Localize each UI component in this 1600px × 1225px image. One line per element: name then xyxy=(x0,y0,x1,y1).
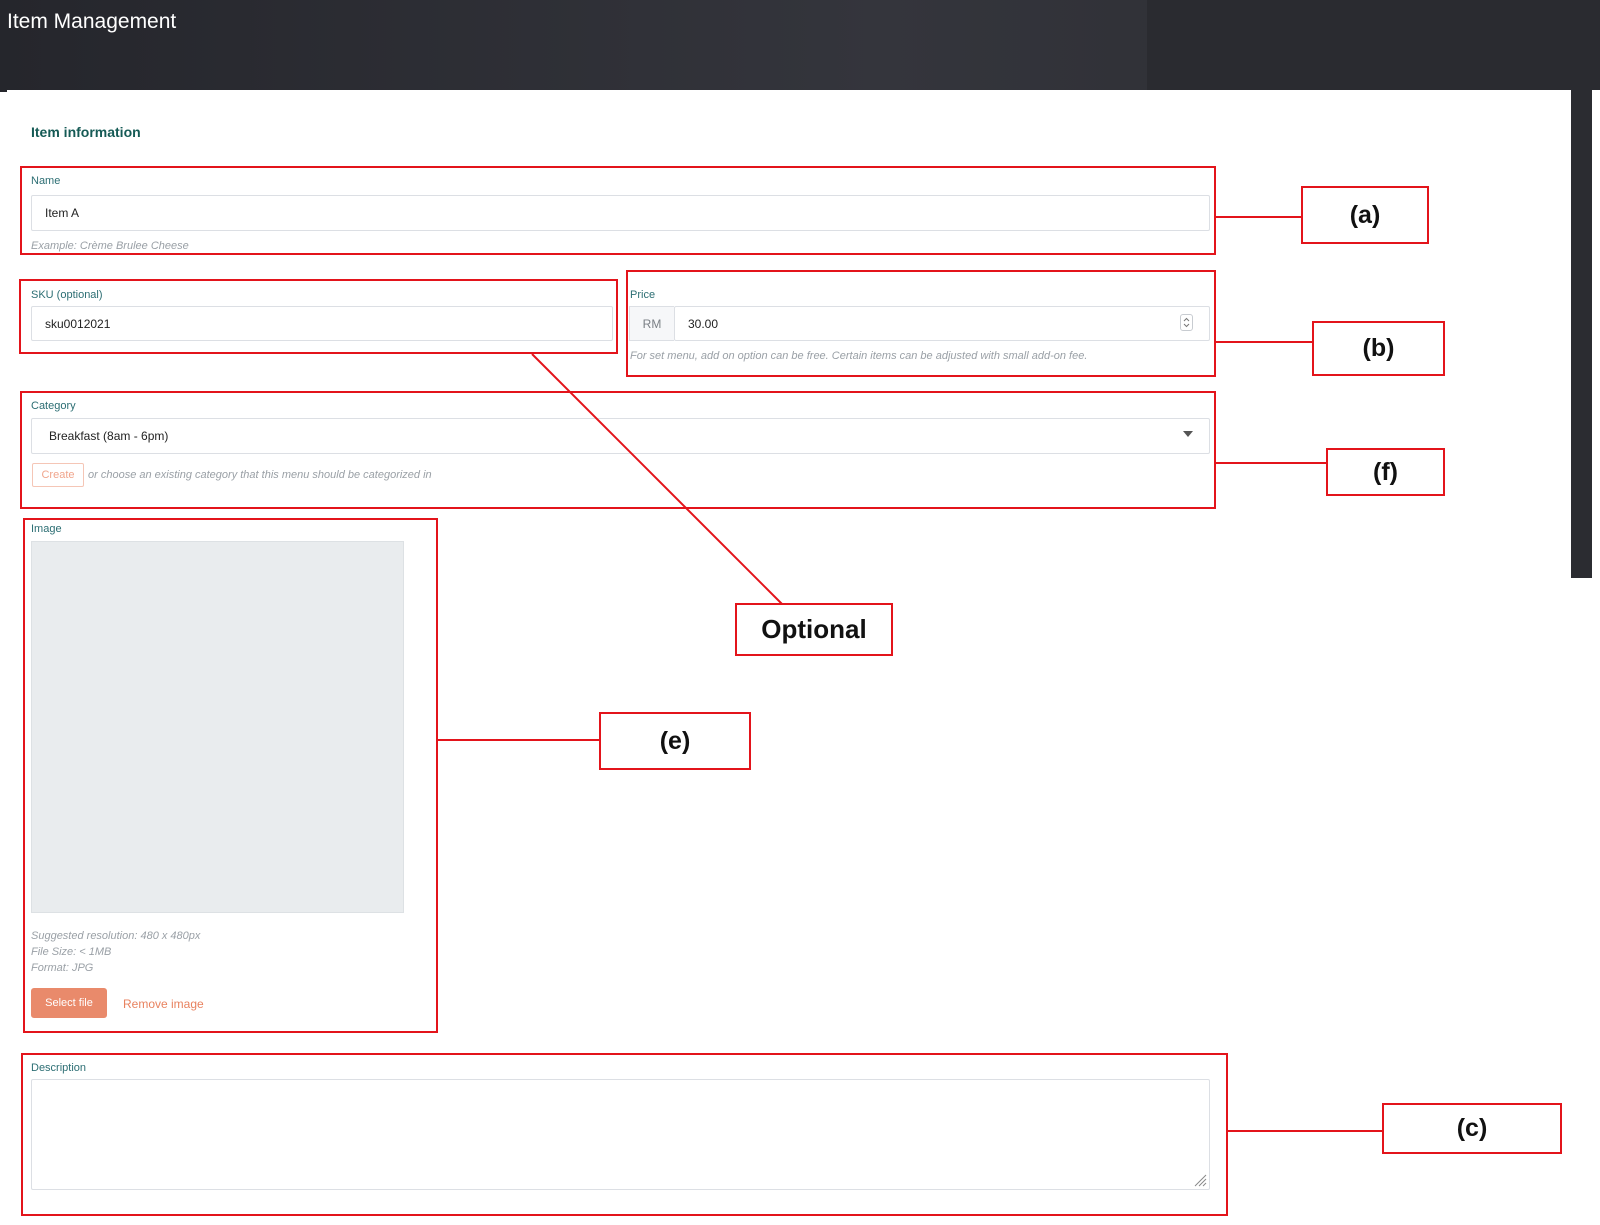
annotation-tag-a: (a) xyxy=(1301,186,1429,244)
annotation-tag-f: (f) xyxy=(1326,448,1445,496)
annotation-tag-b: (b) xyxy=(1312,321,1445,376)
annotation-tag-optional: Optional xyxy=(735,603,893,656)
annotation-tag-c: (c) xyxy=(1382,1103,1562,1154)
annotation-tag-e: (e) xyxy=(599,712,751,770)
